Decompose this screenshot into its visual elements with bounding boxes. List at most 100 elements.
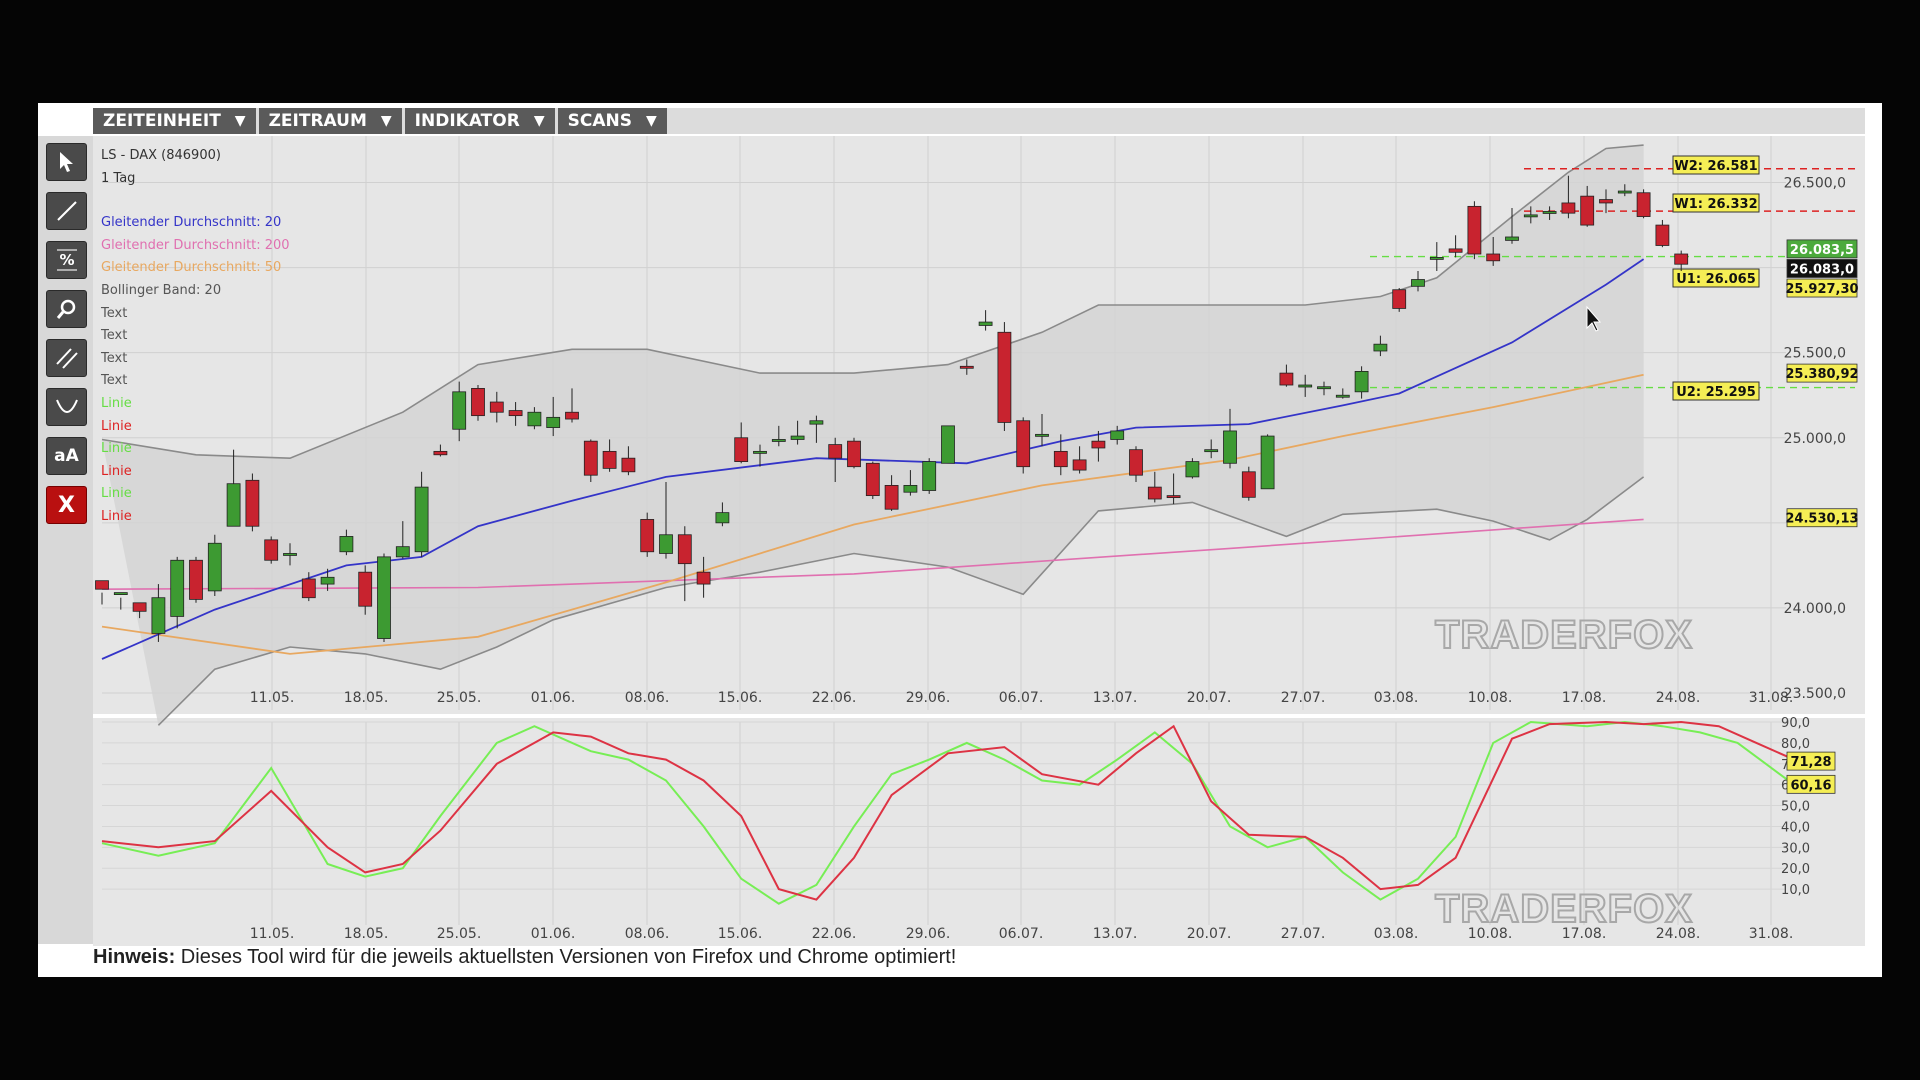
- candle-body: [1298, 384, 1313, 388]
- candle-body: [1373, 343, 1388, 352]
- candle-body: [151, 597, 166, 634]
- hint-text: Hinweis: Dieses Tool wird für die jeweil…: [93, 946, 956, 969]
- y-tick-label: 30,0: [1781, 841, 1810, 856]
- x-tick-label: 10.08.: [1468, 690, 1513, 706]
- candle-body: [1204, 449, 1219, 453]
- legend-item: Linie: [101, 463, 132, 479]
- candle-body: [602, 450, 617, 469]
- candle-body: [170, 559, 185, 617]
- candle-body: [809, 420, 824, 425]
- candle-body: [320, 576, 335, 585]
- x-tick-label: 24.08.: [1656, 690, 1701, 706]
- candle-body: [941, 425, 955, 464]
- instrument-label: LS - DAX (846900): [101, 148, 221, 163]
- legend-item: Linie: [101, 508, 132, 524]
- candle-body: [1223, 430, 1237, 464]
- y-tick-label: 80,0: [1781, 737, 1810, 752]
- x-tick-label: 27.07.: [1281, 690, 1326, 706]
- x-tick-label: 13.07.: [1093, 926, 1138, 942]
- candle-body: [1110, 430, 1125, 440]
- candle-body: [1392, 289, 1407, 309]
- candle-body: [565, 411, 579, 420]
- legend-item: Gleitender Durchschnitt: 200: [101, 237, 290, 253]
- candle-body: [1053, 450, 1068, 468]
- x-tick-label: 01.06.: [531, 690, 576, 706]
- candle-body: [95, 580, 109, 590]
- x-tick-label: 15.06.: [718, 926, 763, 942]
- candle-body: [715, 512, 730, 524]
- x-tick-label: 22.06.: [812, 926, 857, 942]
- legend-item: Bollinger Band: 20: [101, 282, 222, 298]
- x-tick-label: 25.05.: [437, 926, 482, 942]
- candle-body: [1542, 211, 1557, 214]
- x-tick-label: 17.08.: [1562, 690, 1607, 706]
- watermark-lower: TRADERFOX: [1435, 887, 1693, 931]
- candle-body: [903, 485, 918, 493]
- price-tag-label: 25.927,30: [1785, 282, 1858, 297]
- x-tick-label: 08.06.: [625, 690, 670, 706]
- candle-body: [640, 519, 655, 553]
- candle-body: [414, 486, 429, 553]
- price-tag-label: 26.083,5: [1790, 243, 1854, 258]
- watermark-main: TRADERFOX: [1435, 613, 1693, 657]
- candle-body: [1505, 236, 1519, 241]
- x-tick-label: 20.07.: [1187, 926, 1232, 942]
- candle-body: [1636, 192, 1651, 217]
- candle-body: [132, 602, 147, 612]
- x-tick-label: 15.06.: [718, 690, 763, 706]
- candle-body: [1674, 253, 1689, 265]
- candle-body: [696, 571, 711, 585]
- candle-body: [1260, 435, 1275, 490]
- level-label: W2: 26.581: [1674, 159, 1757, 174]
- candle-body: [207, 542, 222, 592]
- candle-body: [1561, 202, 1576, 214]
- candle-body: [1335, 394, 1350, 398]
- candle-body: [922, 461, 937, 491]
- legend-item: Linie: [101, 441, 132, 457]
- legend-item: Text: [101, 328, 128, 344]
- candle-body: [734, 437, 749, 462]
- candle-body: [1035, 433, 1049, 437]
- candle-body: [865, 462, 880, 497]
- candle-body: [1147, 486, 1162, 500]
- candle-body: [1617, 190, 1632, 194]
- y-tick-label: 90,0: [1781, 716, 1810, 731]
- legend-item: Text: [101, 305, 128, 321]
- y-tick-label: 26.500,0: [1784, 176, 1846, 192]
- legend-item: Gleitender Durchschnitt: 20: [101, 215, 282, 231]
- x-tick-label: 11.05.: [250, 690, 295, 706]
- x-tick-label: 20.07.: [1187, 690, 1232, 706]
- candle-body: [1411, 279, 1425, 287]
- y-tick-label: 25.500,0: [1784, 346, 1846, 362]
- candle-body: [677, 534, 692, 565]
- x-tick-label: 06.07.: [999, 926, 1044, 942]
- candle-body: [884, 485, 899, 510]
- x-tick-label: 03.08.: [1374, 926, 1419, 942]
- y-tick-label: 50,0: [1781, 800, 1810, 815]
- x-tick-label: 06.07.: [999, 690, 1044, 706]
- candle-body: [659, 534, 673, 554]
- candle-body: [1317, 386, 1331, 390]
- x-tick-label: 18.05.: [344, 690, 389, 706]
- candle-body: [583, 440, 598, 476]
- y-tick-label: 20,0: [1781, 862, 1810, 877]
- level-label: U2: 25.295: [1676, 385, 1756, 400]
- candle-body: [1523, 214, 1538, 218]
- level-label: U1: 26.065: [1676, 272, 1756, 287]
- x-tick-label: 13.07.: [1093, 690, 1138, 706]
- candle-body: [1185, 461, 1200, 478]
- candle-body: [1241, 471, 1256, 498]
- candle-body: [489, 401, 504, 413]
- y-tick-label: 23.500,0: [1784, 686, 1846, 702]
- y-tick-label: 24.000,0: [1784, 601, 1846, 617]
- candle-body: [753, 450, 767, 454]
- candle-body: [847, 440, 861, 468]
- candle-body: [546, 416, 561, 428]
- candle-body: [358, 571, 373, 607]
- price-tag-label: 25.380,92: [1785, 367, 1858, 382]
- y-tick-label: 40,0: [1781, 820, 1810, 835]
- candle-body: [1486, 253, 1501, 262]
- x-tick-label: 11.05.: [250, 926, 295, 942]
- hint-message: Dieses Tool wird für die jeweils aktuell…: [175, 946, 957, 968]
- candle-body: [1354, 371, 1369, 393]
